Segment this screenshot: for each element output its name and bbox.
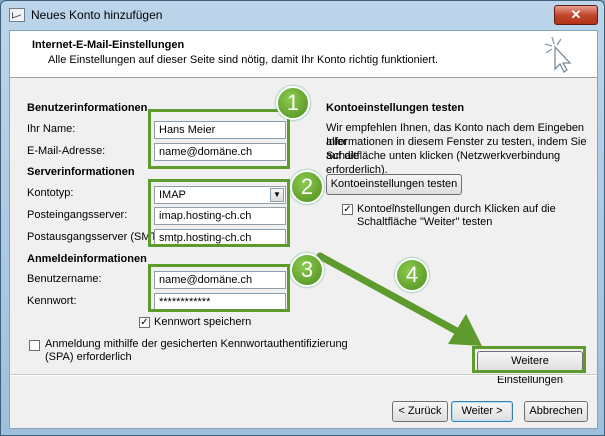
auto-test-label-line2: Schaltfläche "Weiter" testen (357, 216, 493, 228)
name-label: Ihr Name: (27, 123, 76, 135)
title-bar[interactable]: Neues Konto hinzufügen ✕ (1, 1, 604, 29)
login-info-heading: Anmeldeinformationen (27, 253, 147, 265)
highlight-server-fields (148, 179, 290, 247)
test-settings-heading: Kontoeinstellungen testen (326, 102, 465, 114)
cursor-sparkle-icon (544, 36, 572, 73)
spa-checkbox[interactable] (29, 340, 40, 351)
cancel-button[interactable]: Abbrechen (524, 401, 588, 422)
next-button[interactable]: Weiter > (451, 401, 513, 422)
page-subtitle: Alle Einstellungen auf dieser Seite sind… (48, 54, 439, 66)
remember-password-label: Kennwort speichern (154, 316, 252, 328)
auto-test-checkbox[interactable]: ✓ (342, 204, 353, 215)
callout-badge-3: 3 (290, 253, 324, 287)
username-label: Benutzername: (27, 273, 102, 285)
spa-label-line2: (SPA) erforderlich (45, 351, 132, 363)
callout-badge-4: 4 (395, 258, 429, 292)
auto-test-label-line1: Kontoeinstellungen durch Klicken auf die (357, 203, 556, 215)
user-info-heading: Benutzerinformationen (27, 102, 148, 114)
highlight-user-fields (148, 109, 290, 169)
incoming-server-label: Posteingangsserver: (27, 209, 128, 221)
callout-badge-1: 1 (276, 86, 310, 120)
callout-badge-2: 2 (290, 170, 324, 204)
server-info-heading: Serverinformationen (27, 166, 135, 178)
remember-password-checkbox[interactable]: ✓ (139, 317, 150, 328)
email-label: E-Mail-Adresse: (27, 145, 106, 157)
page-title: Internet-E-Mail-Einstellungen (32, 39, 185, 51)
highlight-more-settings (472, 346, 586, 373)
spa-label-line1: Anmeldung mithilfe der gesicherten Kennw… (45, 338, 348, 350)
page-header: Internet-E-Mail-Einstellungen Alle Einst… (10, 31, 597, 78)
close-button[interactable]: ✕ (554, 5, 598, 25)
test-settings-button[interactable]: Kontoeinstellungen testen ... (326, 174, 462, 209)
account-type-label: Kontotyp: (27, 187, 74, 199)
mail-icon (9, 8, 25, 22)
password-label: Kennwort: (27, 295, 77, 307)
back-button[interactable]: < Zurück (392, 401, 448, 422)
test-desc-line3: Schaltfläche unten klicken (Netzwerkverb… (326, 150, 561, 176)
footer-divider (10, 374, 597, 376)
highlight-login-fields (148, 264, 290, 312)
window-title: Neues Konto hinzufügen (31, 8, 163, 22)
